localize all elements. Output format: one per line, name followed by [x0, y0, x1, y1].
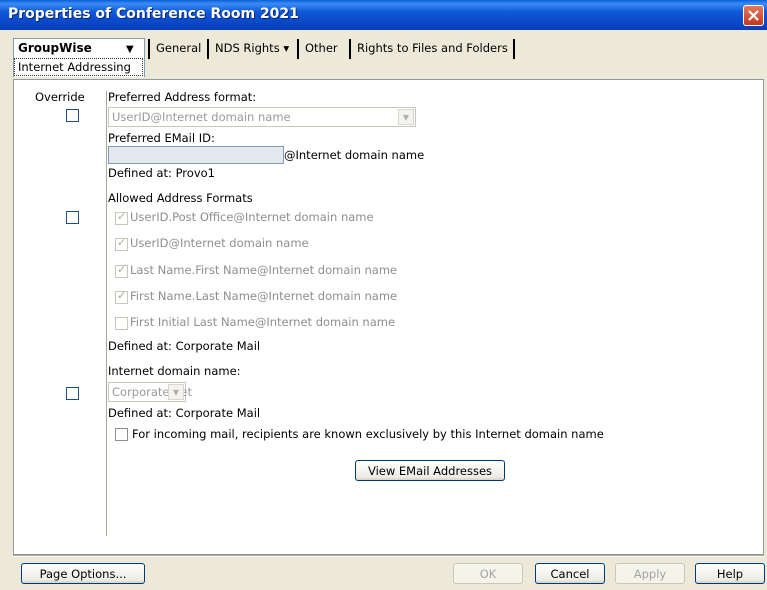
domain-select[interactable]: Corporate.net ▼ [108, 382, 192, 402]
override-header: Override [35, 90, 85, 104]
help-button[interactable]: Help [695, 563, 765, 584]
allowed-formats-label: Allowed Address Formats [108, 191, 253, 205]
allowed-format-label-3: Last Name.First Name@Internet domain nam… [130, 263, 398, 277]
preferred-format-value: UserID@Internet domain name [112, 110, 291, 124]
footer-separator [13, 555, 764, 557]
checkmark-icon: ✓ [117, 263, 127, 276]
preferred-email-suffix: @Internet domain name [284, 148, 425, 162]
checkmark-icon: ✓ [117, 289, 127, 302]
allowed-format-label-5: First Initial Last Name@Internet domain … [130, 315, 396, 329]
chevron-down-icon[interactable]: ▼ [126, 44, 134, 55]
apply-button[interactable]: Apply [615, 563, 685, 584]
tab-rights-to-files[interactable]: Rights to Files and Folders [351, 39, 514, 59]
allowed-format-checkbox-2[interactable]: ✓ [115, 236, 128, 251]
ok-button[interactable]: OK [453, 563, 523, 584]
tab-groupwise-label: GroupWise [18, 41, 92, 55]
preferred-format-select[interactable]: UserID@Internet domain name ▼ [108, 107, 416, 127]
allowed-format-label-1: UserID.Post Office@Internet domain name [130, 210, 374, 224]
page-options-button[interactable]: Page Options... [21, 563, 145, 584]
override-checkbox-address-format[interactable] [66, 109, 79, 122]
allowed-format-label-2: UserID@Internet domain name [130, 236, 309, 250]
preferred-format-label: Preferred Address format: [108, 90, 257, 104]
tab-divider [513, 39, 515, 59]
allowed-format-checkbox-4[interactable]: ✓ [115, 289, 128, 304]
preferred-email-defined-at: Defined at: Provo1 [108, 166, 215, 180]
allowed-format-checkbox-3[interactable]: ✓ [115, 263, 128, 278]
checkmark-icon: ✓ [117, 210, 127, 223]
domain-defined-at: Defined at: Corporate Mail [108, 406, 261, 420]
tab-general[interactable]: General [150, 39, 207, 59]
chevron-down-icon: ▼ [398, 109, 414, 125]
chevron-down-icon: ▼ [168, 384, 184, 400]
override-checkbox-domain[interactable] [66, 387, 79, 400]
allowed-format-checkbox-5[interactable] [115, 317, 128, 330]
title-bar: Properties of Conference Room 2021 [0, 0, 767, 30]
allowed-formats-defined-at: Defined at: Corporate Mail [108, 339, 261, 353]
view-email-addresses-button[interactable]: View EMail Addresses [355, 460, 505, 481]
domain-label: Internet domain name: [108, 364, 241, 378]
exclusive-domain-checkbox[interactable] [115, 428, 128, 441]
close-icon [748, 10, 759, 21]
allowed-format-label-4: First Name.Last Name@Internet domain nam… [130, 289, 398, 303]
tab-nds-rights[interactable]: NDS Rights ▾ [209, 39, 295, 59]
subtab-internet-addressing[interactable]: Internet Addressing [14, 58, 143, 76]
exclusive-domain-label: For incoming mail, recipients are known … [132, 427, 604, 441]
properties-panel: Override Preferred Address format: UserI… [13, 79, 764, 555]
cancel-button[interactable]: Cancel [535, 563, 605, 584]
allowed-format-checkbox-1[interactable]: ✓ [115, 210, 128, 225]
close-button[interactable] [743, 5, 764, 26]
override-divider [106, 91, 107, 536]
preferred-email-input[interactable] [108, 146, 284, 164]
tab-groupwise[interactable]: GroupWise ▼ Internet Addressing [13, 38, 145, 77]
checkmark-icon: ✓ [117, 236, 127, 249]
override-checkbox-allowed-formats[interactable] [66, 211, 79, 224]
tab-other[interactable]: Other [299, 39, 344, 59]
preferred-email-label: Preferred EMail ID: [108, 131, 215, 145]
window-title: Properties of Conference Room 2021 [8, 6, 299, 22]
